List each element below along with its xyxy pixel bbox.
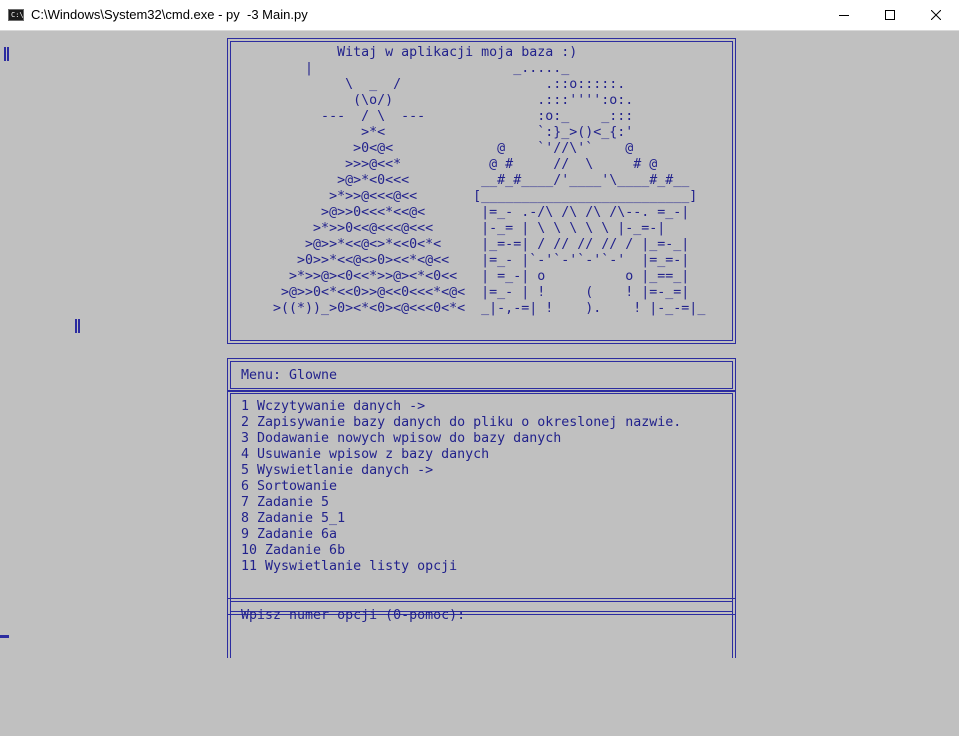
close-icon — [931, 10, 941, 20]
console-area[interactable]: Witaj w aplikacji moja baza :) | _....._… — [0, 31, 959, 736]
menu-option: 4 Usuwanie wpisow z bazy danych — [241, 447, 490, 462]
console-artifact — [75, 319, 77, 333]
banner-ascii-art: Witaj w aplikacji moja baza :) | _....._… — [273, 45, 706, 316]
menu-option: 3 Dodawanie nowych wpisow do bazy danych — [241, 431, 562, 446]
menu-option: 2 Zapisywanie bazy danych do pliku o okr… — [241, 415, 682, 430]
close-button[interactable] — [913, 0, 959, 30]
title-bar[interactable]: C:\ C:\Windows\System32\cmd.exe - py -3 … — [0, 0, 959, 31]
menu-option: 11 Wyswietlanie listy opcji — [241, 559, 458, 574]
cmd-app-icon[interactable]: C:\ — [8, 9, 24, 21]
minimize-icon — [839, 15, 849, 16]
menu-option: 8 Zadanie 5_1 — [241, 511, 346, 526]
window-title: C:\Windows\System32\cmd.exe - py -3 Main… — [31, 7, 308, 22]
text-cursor — [0, 635, 9, 638]
minimize-button[interactable] — [821, 0, 867, 30]
option-prompt[interactable]: Wpisz numer opcji (0-pomoc): — [241, 608, 465, 624]
menu-option: 6 Sortowanie — [241, 479, 338, 494]
menu-option: 1 Wczytywanie danych -> — [241, 399, 426, 414]
menu-option: 5 Wyswietlanie danych -> — [241, 463, 434, 478]
menu-option: 9 Zadanie 6a — [241, 527, 338, 542]
menu-title: Menu: Glowne — [241, 368, 338, 383]
console-artifact — [4, 47, 6, 61]
cmd-icon-label: C:\ — [11, 11, 24, 19]
maximize-icon — [885, 10, 895, 20]
menu-options-list: 1 Wczytywanie danych -> 2 Zapisywanie ba… — [241, 399, 681, 575]
menu-option: 7 Zadanie 5 — [241, 495, 330, 510]
prompt-frame — [227, 598, 736, 658]
maximize-button[interactable] — [867, 0, 913, 30]
menu-option: 10 Zadanie 6b — [241, 543, 346, 558]
